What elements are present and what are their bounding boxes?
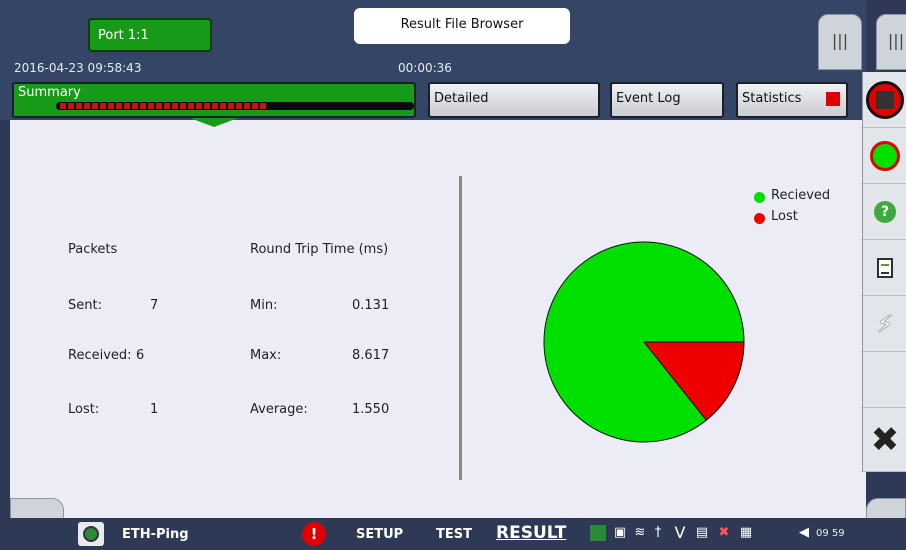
close-icon[interactable]: ✖︎ <box>871 423 900 457</box>
rtt-heading: Round Trip Time (ms) <box>250 242 389 257</box>
nav-test[interactable]: TEST <box>436 527 472 542</box>
nav-result[interactable]: RESULT <box>496 523 566 543</box>
active-tab-pointer <box>190 118 238 127</box>
summary-status-bar <box>56 102 414 110</box>
bottom-bar: ETH-Ping ! SETUP TEST RESULT ▣ ≋ † V ▤ ✖… <box>0 518 906 550</box>
help-icon[interactable]: ? <box>874 200 896 223</box>
stop-icon[interactable] <box>866 80 904 119</box>
lost-label: Lost: <box>68 402 100 417</box>
rtt-average-value: 1.550 <box>352 402 390 417</box>
rtt-min-value: 0.131 <box>352 298 390 313</box>
lightning-icon[interactable]: ⚡︎ <box>877 310 894 338</box>
start-icon[interactable] <box>870 140 900 171</box>
tab-detailed-label: Detailed <box>434 91 489 106</box>
start-cell[interactable] <box>863 128 906 184</box>
top-bar: Port 1:1 Result File Browser 2016-04-23 … <box>0 0 906 120</box>
rtt-max-value: 8.617 <box>352 348 390 363</box>
alarm-icon[interactable]: ! <box>302 522 326 546</box>
packets-pie-chart <box>543 241 745 443</box>
tab-statistics[interactable]: Statistics <box>736 82 848 118</box>
rtt-min-label: Min: <box>250 298 278 313</box>
right-sidebar: ? ⚡︎ ✖︎ <box>862 72 906 472</box>
globe-icon[interactable] <box>78 522 104 546</box>
empty-cell <box>863 352 906 408</box>
speaker-icon: ◀ <box>799 525 809 540</box>
usb-icon: ▣ <box>613 525 627 540</box>
close-cell[interactable]: ✖︎ <box>863 408 906 472</box>
legend-received-swatch <box>754 192 765 203</box>
rtt-average-label: Average: <box>250 402 308 417</box>
summary-panel: Packets Sent: 7 Received: 6 Lost: 1 Roun… <box>10 120 866 518</box>
lan-icon: ▦ <box>739 525 753 540</box>
stop-cell[interactable] <box>863 72 906 128</box>
statistics-alarm-indicator <box>826 92 840 106</box>
received-label: Received: <box>68 348 132 363</box>
sent-label: Sent: <box>68 298 102 313</box>
port-button[interactable]: Port 1:1 <box>88 18 212 52</box>
tab-event-log-label: Event Log <box>616 91 681 106</box>
legend-received-label: Recieved <box>771 188 831 203</box>
lost-value: 1 <box>150 402 159 417</box>
rtt-max-label: Max: <box>250 348 282 363</box>
received-value: 6 <box>136 348 145 363</box>
battery-icon <box>590 525 606 541</box>
test-name: ETH-Ping <box>122 527 189 542</box>
panel-tab-icon[interactable]: ||| <box>876 14 906 70</box>
network-disabled-icon: ✖ <box>718 525 730 540</box>
gps-icon: V <box>674 523 686 542</box>
panel-divider <box>459 176 462 480</box>
tab-summary[interactable]: Summary <box>12 82 416 118</box>
result-file-browser-button[interactable]: Result File Browser <box>354 8 570 44</box>
tab-event-log[interactable]: Event Log <box>610 82 724 118</box>
report-cell[interactable] <box>863 240 906 296</box>
elapsed-time: 00:00:36 <box>398 61 452 75</box>
legend-lost-label: Lost <box>771 209 798 224</box>
packets-heading: Packets <box>68 242 118 257</box>
lightning-cell[interactable]: ⚡︎ <box>863 296 906 352</box>
tab-statistics-label: Statistics <box>742 91 802 106</box>
tab-detailed[interactable]: Detailed <box>428 82 600 118</box>
clock: 09 59 <box>816 528 845 539</box>
terminal-icon: ▤ <box>695 525 709 540</box>
panel-tab-icon[interactable]: ||| <box>818 14 862 70</box>
help-cell[interactable]: ? <box>863 184 906 240</box>
date-time: 2016-04-23 09:58:43 <box>14 61 142 75</box>
report-icon[interactable] <box>877 257 893 278</box>
tab-summary-label: Summary <box>18 85 81 100</box>
bluetooth-icon: † <box>654 525 662 540</box>
sent-value: 7 <box>150 298 159 313</box>
legend-lost-swatch <box>754 213 765 224</box>
nav-setup[interactable]: SETUP <box>356 527 403 542</box>
wifi-icon: ≋ <box>634 525 646 540</box>
